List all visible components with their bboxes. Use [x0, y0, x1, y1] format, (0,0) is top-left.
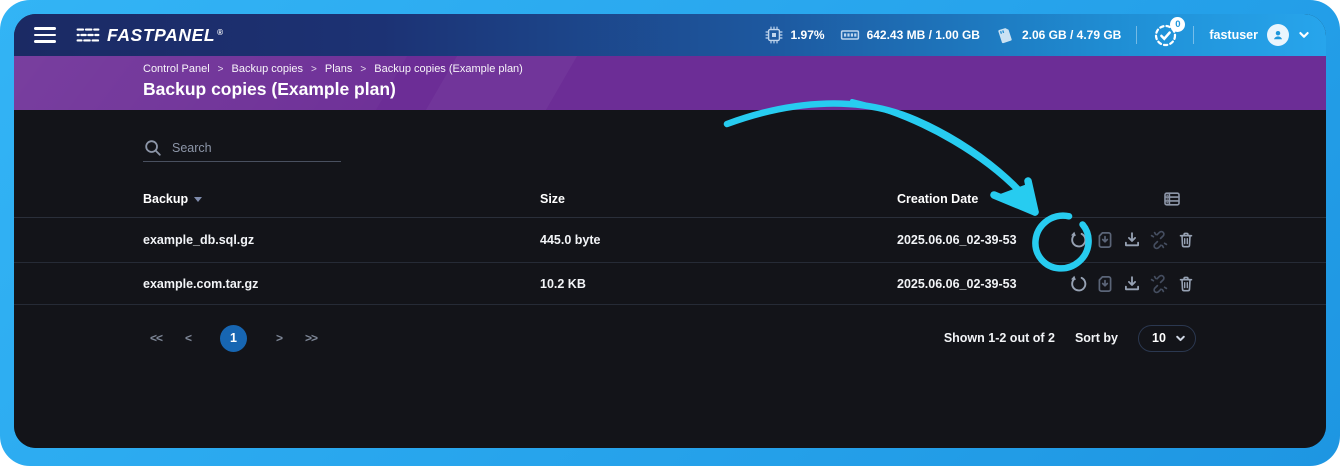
page-header: Control Panel > Backup copies > Plans > …	[14, 56, 1326, 110]
ram-usage: 642.43 MB / 1.00 GB	[840, 25, 980, 45]
disk-usage: 2.06 GB / 4.79 GB	[995, 25, 1121, 45]
breadcrumb-current: Backup copies (Example plan)	[374, 63, 523, 75]
unpack-icon[interactable]	[1095, 230, 1115, 250]
cpu-usage: 1.97%	[764, 25, 825, 45]
divider	[1193, 26, 1194, 44]
sort-arrow-icon	[194, 197, 202, 202]
cpu-value: 1.97%	[791, 28, 825, 42]
breadcrumb-backup-copies[interactable]: Backup copies	[232, 63, 304, 75]
ram-icon	[840, 25, 860, 45]
broken-link-icon	[1149, 230, 1169, 250]
backup-date: 2025.06.06_02-39-53	[897, 277, 1017, 291]
breadcrumb-plans[interactable]: Plans	[325, 63, 353, 75]
main-content: Backup Size Creation Date example_db.sql…	[14, 110, 1326, 448]
fastpanel-logo[interactable]: FASTPANEL®	[76, 25, 223, 46]
download-icon[interactable]	[1122, 274, 1142, 294]
row-actions	[1068, 230, 1196, 250]
menu-icon[interactable]	[34, 27, 56, 43]
broken-link-icon	[1149, 274, 1169, 294]
divider	[1136, 26, 1137, 44]
sort-by-label: Sort by	[1075, 331, 1118, 345]
breadcrumb-separator: >	[218, 64, 224, 75]
backup-size: 10.2 KB	[540, 277, 586, 291]
search-input[interactable]	[172, 141, 341, 155]
backup-date: 2025.06.06_02-39-53	[897, 233, 1017, 247]
username: fastuser	[1209, 28, 1258, 42]
prev-page-button[interactable]: <	[172, 331, 204, 345]
breadcrumb-control-panel[interactable]: Control Panel	[143, 63, 210, 75]
row-actions	[1068, 274, 1196, 294]
table-row: example_db.sql.gz 445.0 byte 2025.06.06_…	[14, 218, 1326, 263]
avatar	[1267, 24, 1289, 46]
top-bar: FASTPANEL® 1.97% 642.43 MB / 1.00 GB 2.0…	[14, 14, 1326, 56]
unpack-icon[interactable]	[1095, 274, 1115, 294]
cpu-icon	[764, 25, 784, 45]
user-icon	[1271, 28, 1285, 42]
first-page-button[interactable]: <<	[140, 331, 172, 345]
logo-equalizer-icon	[76, 26, 100, 44]
delete-icon[interactable]	[1176, 230, 1196, 250]
header-backup[interactable]: Backup	[143, 192, 202, 206]
header-size: Size	[540, 192, 565, 206]
restore-icon[interactable]	[1068, 230, 1088, 250]
download-icon[interactable]	[1122, 230, 1142, 250]
shown-count: Shown 1-2 out of 2	[944, 331, 1055, 345]
disk-icon	[995, 25, 1015, 45]
restore-icon[interactable]	[1068, 274, 1088, 294]
breadcrumb-separator: >	[311, 64, 317, 75]
search-icon	[143, 138, 163, 158]
next-page-button[interactable]: >	[263, 331, 295, 345]
page-title: Backup copies (Example plan)	[143, 79, 1326, 100]
breadcrumb-separator: >	[360, 64, 366, 75]
table-footer: Shown 1-2 out of 2 Sort by 10	[944, 324, 1196, 352]
table-header: Backup Size Creation Date	[14, 180, 1326, 218]
header-backup-label: Backup	[143, 192, 188, 206]
header-creation-date: Creation Date	[897, 192, 978, 206]
tasks-badge: 0	[1170, 17, 1185, 32]
page-number[interactable]: 1	[220, 325, 247, 352]
backup-name: example_db.sql.gz	[143, 233, 254, 247]
breadcrumb: Control Panel > Backup copies > Plans > …	[143, 63, 1326, 75]
backup-name: example.com.tar.gz	[143, 277, 258, 291]
backup-size: 445.0 byte	[540, 233, 600, 247]
tasks-button[interactable]: 0	[1152, 22, 1178, 48]
chevron-down-icon	[1298, 29, 1310, 41]
logo-text: FASTPANEL	[107, 25, 215, 46]
table-row: example.com.tar.gz 10.2 KB 2025.06.06_02…	[14, 263, 1326, 305]
per-page-value: 10	[1152, 331, 1166, 345]
search-box	[143, 134, 341, 162]
disk-value: 2.06 GB / 4.79 GB	[1022, 28, 1121, 42]
chevron-down-icon	[1175, 333, 1186, 344]
column-settings-icon[interactable]	[1162, 189, 1182, 209]
logo-registered-mark: ®	[217, 28, 223, 37]
fastpanel-window: FASTPANEL® 1.97% 642.43 MB / 1.00 GB 2.0…	[14, 14, 1326, 448]
pagination: << < 1 > >>	[140, 324, 327, 352]
per-page-select[interactable]: 10	[1138, 325, 1196, 352]
delete-icon[interactable]	[1176, 274, 1196, 294]
user-menu[interactable]: fastuser	[1209, 24, 1310, 46]
ram-value: 642.43 MB / 1.00 GB	[867, 28, 980, 42]
last-page-button[interactable]: >>	[295, 331, 327, 345]
